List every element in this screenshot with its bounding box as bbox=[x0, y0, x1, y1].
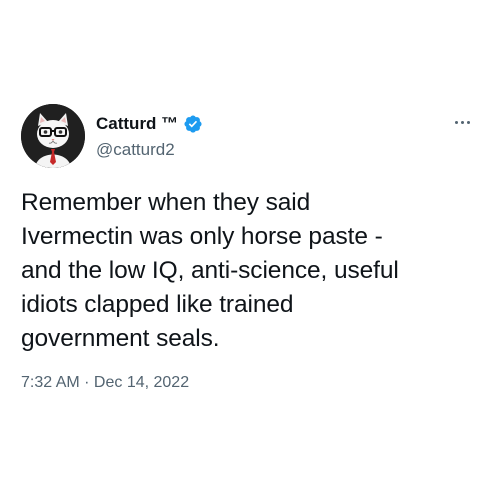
dot-icon bbox=[466, 120, 470, 124]
tweet-date: Dec 14, 2022 bbox=[93, 374, 190, 391]
dot-icon bbox=[454, 120, 458, 124]
tweet-card: Catturd ™ @catturd2 Remember when they s… bbox=[0, 0, 500, 500]
tweet-text: Remember when they said Ivermectin was o… bbox=[21, 189, 399, 352]
dot-icon bbox=[460, 120, 464, 124]
more-options-icon[interactable] bbox=[448, 112, 476, 132]
author-handle[interactable]: @catturd2 bbox=[96, 140, 175, 160]
tweet-timestamp[interactable]: 7:32 AM · Dec 14, 2022 bbox=[21, 374, 189, 392]
author-name-row: Catturd ™ bbox=[96, 113, 203, 135]
author-avatar[interactable] bbox=[21, 104, 85, 168]
verified-badge-icon bbox=[183, 114, 203, 134]
tweet-time: 7:32 AM bbox=[21, 374, 80, 391]
author-display-name[interactable]: Catturd ™ bbox=[96, 114, 178, 134]
timestamp-separator: · bbox=[79, 374, 94, 391]
cat-avatar-icon bbox=[21, 104, 85, 168]
